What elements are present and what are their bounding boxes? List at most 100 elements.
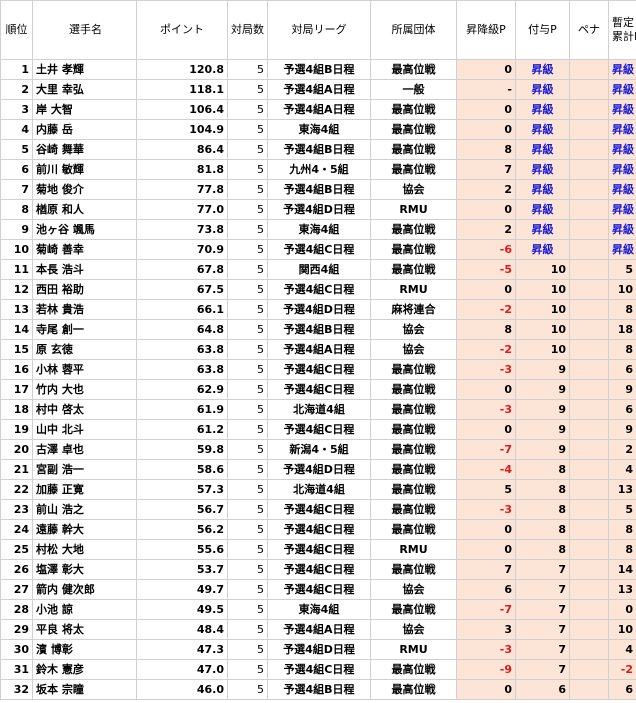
player-name-cell[interactable]: 平良 将太 bbox=[32, 619, 137, 640]
rank-cell[interactable]: 25 bbox=[0, 539, 33, 560]
organization-cell[interactable]: 最高位戦 bbox=[370, 379, 457, 400]
league-cell[interactable]: 予選4組D日程 bbox=[267, 299, 371, 320]
penalty-cell[interactable] bbox=[569, 539, 609, 560]
organization-cell[interactable]: 最高位戦 bbox=[370, 59, 457, 80]
promotion-points-cell[interactable]: 0 bbox=[456, 519, 516, 540]
organization-cell[interactable]: 最高位戦 bbox=[370, 599, 457, 620]
rank-cell[interactable]: 15 bbox=[0, 339, 33, 360]
total-points-cell[interactable]: 6 bbox=[608, 679, 636, 700]
granted-points-cell[interactable]: 9 bbox=[515, 379, 570, 400]
penalty-cell[interactable] bbox=[569, 579, 609, 600]
total-points-cell[interactable]: 13 bbox=[608, 479, 636, 500]
total-points-header[interactable]: 暫定 累計P bbox=[608, 0, 636, 60]
league-cell[interactable]: 九州4・5組 bbox=[267, 159, 371, 180]
promotion-points-cell[interactable]: 8 bbox=[456, 139, 516, 160]
games-cell[interactable]: 5 bbox=[227, 499, 268, 520]
total-points-cell[interactable]: 昇級 bbox=[608, 199, 636, 220]
organization-cell[interactable]: 最高位戦 bbox=[370, 239, 457, 260]
penalty-cell[interactable] bbox=[569, 339, 609, 360]
organization-cell[interactable]: 最高位戦 bbox=[370, 519, 457, 540]
penalty-cell[interactable] bbox=[569, 519, 609, 540]
granted-points-cell[interactable]: 昇級 bbox=[515, 119, 570, 140]
points-cell[interactable]: 77.8 bbox=[136, 179, 228, 200]
organization-cell[interactable]: 協会 bbox=[370, 319, 457, 340]
rank-cell[interactable]: 19 bbox=[0, 419, 33, 440]
points-cell[interactable]: 77.0 bbox=[136, 199, 228, 220]
league-cell[interactable]: 予選4組B日程 bbox=[267, 319, 371, 340]
granted-points-cell[interactable]: 昇級 bbox=[515, 239, 570, 260]
points-cell[interactable]: 63.8 bbox=[136, 339, 228, 360]
points-cell[interactable]: 57.3 bbox=[136, 479, 228, 500]
total-points-cell[interactable]: 10 bbox=[608, 619, 636, 640]
player-name-cell[interactable]: 箭内 健次郎 bbox=[32, 579, 137, 600]
points-cell[interactable]: 62.9 bbox=[136, 379, 228, 400]
promotion-points-cell[interactable]: -3 bbox=[456, 399, 516, 420]
league-cell[interactable]: 予選4組C日程 bbox=[267, 379, 371, 400]
league-cell[interactable]: 予選4組C日程 bbox=[267, 239, 371, 260]
rank-cell[interactable]: 14 bbox=[0, 319, 33, 340]
league-header[interactable]: 対局リーグ bbox=[267, 0, 371, 60]
player-name-cell[interactable]: 原 玄徳 bbox=[32, 339, 137, 360]
total-points-cell[interactable]: 5 bbox=[608, 499, 636, 520]
promotion-points-cell[interactable]: -5 bbox=[456, 259, 516, 280]
rank-cell[interactable]: 30 bbox=[0, 639, 33, 660]
games-cell[interactable]: 5 bbox=[227, 379, 268, 400]
penalty-cell[interactable] bbox=[569, 279, 609, 300]
player-name-cell[interactable]: 土井 孝輝 bbox=[32, 59, 137, 80]
points-cell[interactable]: 55.6 bbox=[136, 539, 228, 560]
league-cell[interactable]: 予選4組C日程 bbox=[267, 519, 371, 540]
games-cell[interactable]: 5 bbox=[227, 539, 268, 560]
penalty-cell[interactable] bbox=[569, 179, 609, 200]
organization-cell[interactable]: 最高位戦 bbox=[370, 559, 457, 580]
total-points-cell[interactable]: 2 bbox=[608, 439, 636, 460]
games-cell[interactable]: 5 bbox=[227, 179, 268, 200]
rank-cell[interactable]: 4 bbox=[0, 119, 33, 140]
promotion-points-cell[interactable]: 2 bbox=[456, 179, 516, 200]
points-cell[interactable]: 118.1 bbox=[136, 79, 228, 100]
penalty-cell[interactable] bbox=[569, 599, 609, 620]
granted-points-cell[interactable]: 9 bbox=[515, 439, 570, 460]
total-points-cell[interactable]: 6 bbox=[608, 359, 636, 380]
promotion-points-cell[interactable]: 6 bbox=[456, 579, 516, 600]
rank-cell[interactable]: 13 bbox=[0, 299, 33, 320]
organization-cell[interactable]: 協会 bbox=[370, 579, 457, 600]
points-cell[interactable]: 48.4 bbox=[136, 619, 228, 640]
rank-cell[interactable]: 23 bbox=[0, 499, 33, 520]
total-points-cell[interactable]: 9 bbox=[608, 379, 636, 400]
games-cell[interactable]: 5 bbox=[227, 159, 268, 180]
player-name-cell[interactable]: 大里 幸弘 bbox=[32, 79, 137, 100]
games-cell[interactable]: 5 bbox=[227, 59, 268, 80]
granted-points-cell[interactable]: 9 bbox=[515, 399, 570, 420]
organization-cell[interactable]: 麻将連合 bbox=[370, 299, 457, 320]
league-cell[interactable]: 予選4組C日程 bbox=[267, 279, 371, 300]
rank-cell[interactable]: 18 bbox=[0, 399, 33, 420]
games-cell[interactable]: 5 bbox=[227, 479, 268, 500]
granted-points-cell[interactable]: 昇級 bbox=[515, 159, 570, 180]
penalty-cell[interactable] bbox=[569, 559, 609, 580]
league-cell[interactable]: 予選4組C日程 bbox=[267, 579, 371, 600]
player-name-cell[interactable]: 菊崎 善幸 bbox=[32, 239, 137, 260]
penalty-cell[interactable] bbox=[569, 299, 609, 320]
total-points-cell[interactable]: 14 bbox=[608, 559, 636, 580]
points-cell[interactable]: 46.0 bbox=[136, 679, 228, 700]
league-cell[interactable]: 予選4組D日程 bbox=[267, 199, 371, 220]
promotion-points-cell[interactable]: 8 bbox=[456, 319, 516, 340]
organization-cell[interactable]: 最高位戦 bbox=[370, 499, 457, 520]
penalty-cell[interactable] bbox=[569, 619, 609, 640]
total-points-cell[interactable]: 8 bbox=[608, 519, 636, 540]
player-name-cell[interactable]: 古澤 卓也 bbox=[32, 439, 137, 460]
organization-cell[interactable]: 協会 bbox=[370, 179, 457, 200]
penalty-cell[interactable] bbox=[569, 359, 609, 380]
organization-cell[interactable]: 最高位戦 bbox=[370, 679, 457, 700]
organization-cell[interactable]: 最高位戦 bbox=[370, 159, 457, 180]
league-cell[interactable]: 予選4組D日程 bbox=[267, 639, 371, 660]
rank-cell[interactable]: 17 bbox=[0, 379, 33, 400]
penalty-cell[interactable] bbox=[569, 199, 609, 220]
penalty-cell[interactable] bbox=[569, 499, 609, 520]
rank-cell[interactable]: 24 bbox=[0, 519, 33, 540]
penalty-cell[interactable] bbox=[569, 119, 609, 140]
player-name-cell[interactable]: 竹内 大也 bbox=[32, 379, 137, 400]
rank-cell[interactable]: 10 bbox=[0, 239, 33, 260]
player-name-cell[interactable]: 寺尾 創一 bbox=[32, 319, 137, 340]
points-cell[interactable]: 53.7 bbox=[136, 559, 228, 580]
